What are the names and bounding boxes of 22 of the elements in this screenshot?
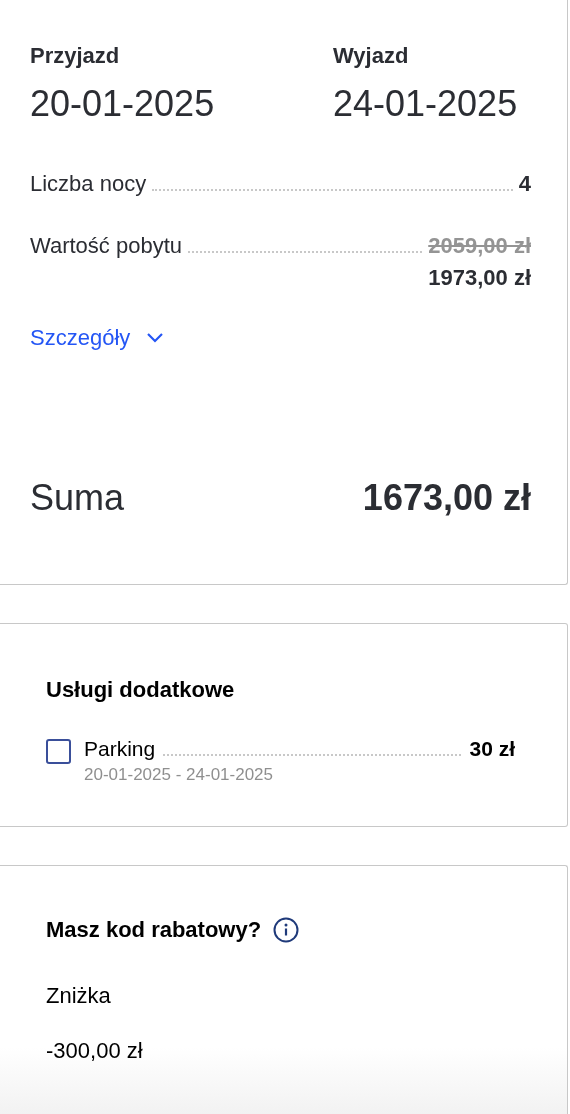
section-title: Usługi dodatkowe (46, 676, 236, 704)
row-value: 4 (518, 170, 531, 198)
date-label: Wyjazd (333, 42, 410, 70)
section-title: Masz kod rabatowy? (46, 916, 262, 944)
old-price: 2059,00 zł (428, 232, 531, 260)
service-label: Parking (84, 736, 156, 762)
discount-value: -300,00 zł (46, 1037, 144, 1065)
service-dates: 20-01-2025 - 24-01-2025 (84, 764, 275, 786)
total-value: 1673,00 zł (362, 476, 531, 520)
discount-label: Zniżka (46, 982, 112, 1010)
service-price: 30 zł (469, 736, 515, 762)
row-label: Liczba nocy (30, 170, 147, 198)
date-value: 24-01-2025 (333, 82, 518, 126)
details-toggle[interactable]: Szczegóły (30, 322, 165, 354)
checkbox[interactable] (46, 739, 71, 764)
total-label: Suma (30, 476, 125, 520)
date-value: 20-01-2025 (30, 82, 216, 126)
chevron-icon (146, 332, 165, 344)
date-label: Przyjazd (30, 42, 121, 70)
row-label: Wartość pobytu (30, 232, 183, 260)
row-value: 1973,00 zł (428, 264, 531, 292)
info-icon[interactable] (273, 917, 300, 943)
